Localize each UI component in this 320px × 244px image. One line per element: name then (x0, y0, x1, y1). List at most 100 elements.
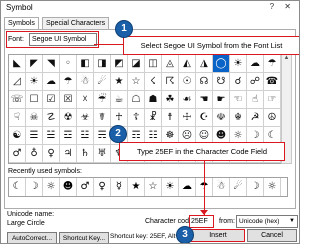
recent-symbol-cell[interactable]: ☾ (9, 178, 26, 196)
recent-symbol-cell[interactable]: ☄ (230, 178, 247, 196)
symbol-cell[interactable]: ☨ (162, 109, 179, 127)
symbol-cell[interactable]: ☮ (264, 109, 281, 127)
autocorrect-button[interactable]: AutoCorrect... (7, 232, 57, 243)
shortcut-key-button[interactable]: Shortcut Key... (59, 232, 109, 243)
symbol-cell[interactable]: ♀ (43, 145, 60, 163)
symbol-cell[interactable]: ☌ (230, 73, 247, 91)
symbol-cell[interactable]: ☧ (145, 109, 162, 127)
symbol-cell[interactable]: ☊ (196, 73, 213, 91)
symbol-cell[interactable]: ☫ (213, 109, 230, 127)
symbol-cell[interactable]: ☩ (179, 109, 196, 127)
symbol-cell[interactable]: ☍ (247, 73, 264, 91)
recent-symbol-cell[interactable]: ☼ (43, 178, 60, 196)
symbol-cell[interactable]: ☦ (128, 109, 145, 127)
symbol-cell[interactable]: ☓ (77, 91, 94, 109)
symbol-cell[interactable]: ☚ (196, 91, 213, 109)
symbol-cell[interactable]: ◭ (179, 55, 196, 73)
symbol-cell[interactable]: ☭ (247, 109, 264, 127)
symbol-cell[interactable]: ☐ (26, 91, 43, 109)
recent-symbol-cell[interactable]: ☻ (60, 178, 77, 196)
symbol-cell[interactable]: ◤ (26, 55, 43, 73)
symbol-cell[interactable]: ☲ (60, 127, 77, 145)
recent-symbol-cell[interactable]: ☆ (145, 178, 162, 196)
symbol-cell[interactable]: ☯ (9, 127, 26, 145)
symbol-cell[interactable]: ◯ (213, 55, 230, 73)
symbol-cell[interactable]: ★ (111, 73, 128, 91)
recent-symbol-cell[interactable]: ☽ (26, 178, 43, 196)
symbol-cell[interactable]: ☋ (213, 73, 230, 91)
symbol-cell[interactable]: ☇ (145, 73, 162, 91)
symbol-cell[interactable]: ☬ (230, 109, 247, 127)
symbol-cell[interactable]: ☢ (60, 109, 77, 127)
symbol-cell[interactable]: ♄ (77, 145, 94, 163)
symbol-cell[interactable]: ☑ (43, 91, 60, 109)
insert-button[interactable]: Insert (191, 229, 245, 242)
symbol-cell[interactable]: ☒ (60, 91, 77, 109)
symbol-cell[interactable]: ◪ (128, 55, 145, 73)
symbol-cell[interactable]: ☳ (77, 127, 94, 145)
step-3-badge: 3 (176, 226, 194, 243)
symbol-cell[interactable]: ☁ (247, 55, 264, 73)
symbol-cell[interactable]: ☜ (230, 91, 247, 109)
symbol-cell[interactable]: ◬ (162, 55, 179, 73)
recent-symbol-cell[interactable]: ★ (128, 178, 145, 196)
recent-symbol-cell[interactable]: ☃ (213, 178, 230, 196)
symbol-cell[interactable]: ☝ (247, 91, 264, 109)
symbol-cell[interactable]: ☰ (26, 127, 43, 145)
recent-symbol-cell[interactable]: ☁ (179, 178, 196, 196)
symbol-cell[interactable]: ♁ (26, 145, 43, 163)
symbol-cell[interactable]: ☪ (196, 109, 213, 127)
symbol-cell[interactable]: ◣ (9, 55, 26, 73)
callout-1: Select Segoe UI Symbol from the Font Lis… (123, 36, 299, 55)
font-dropdown[interactable]: Segoe UI Symbol (29, 33, 97, 46)
recent-symbol-cell[interactable]: ☽ (247, 178, 264, 196)
recent-symbol-cell[interactable]: ♀ (94, 178, 111, 196)
symbol-cell[interactable]: ☂ (264, 55, 281, 73)
symbol-cell[interactable]: ☛ (213, 91, 230, 109)
symbol-cell[interactable]: ☏ (9, 91, 26, 109)
symbol-cell[interactable]: ☣ (77, 109, 94, 127)
symbol-cell[interactable]: ☕ (111, 91, 128, 109)
character-code-field[interactable]: 25EF (189, 215, 214, 228)
symbol-cell[interactable]: ◩ (111, 55, 128, 73)
symbol-cell[interactable]: ☱ (43, 127, 60, 145)
symbol-cell[interactable]: ♅ (94, 145, 111, 163)
symbol-cell[interactable]: ☖ (128, 91, 145, 109)
symbol-cell[interactable]: ◦ (60, 55, 77, 73)
symbol-cell[interactable]: ☞ (264, 91, 281, 109)
symbol-cell[interactable]: ☤ (94, 109, 111, 127)
symbol-cell[interactable]: ☁ (43, 73, 60, 91)
cancel-button[interactable]: Cancel (247, 229, 297, 242)
symbol-cell[interactable]: ◥ (43, 55, 60, 73)
recent-symbol-cell[interactable]: ☿ (111, 178, 128, 196)
recent-symbol-cell[interactable]: ☀ (162, 178, 179, 196)
symbol-cell[interactable]: ☂ (60, 73, 77, 91)
symbol-cell[interactable]: ☎ (264, 73, 281, 91)
symbol-cell[interactable]: ◿ (9, 73, 26, 91)
symbol-cell[interactable]: ☗ (145, 91, 162, 109)
symbol-cell[interactable]: ♂ (9, 145, 26, 163)
symbol-cell[interactable]: ☀ (26, 73, 43, 91)
symbol-cell[interactable]: ☀ (230, 55, 247, 73)
tab-special-characters[interactable]: Special Characters (42, 17, 110, 29)
from-select[interactable]: Unicode (hex) ▼ (236, 215, 298, 228)
symbol-cell[interactable]: ☟ (9, 109, 26, 127)
symbol-cell[interactable]: ☙ (179, 91, 196, 109)
symbol-cell[interactable]: ◮ (196, 55, 213, 73)
recent-symbol-cell[interactable]: ☼ (264, 178, 281, 196)
symbol-cell[interactable]: ☆ (128, 73, 145, 91)
symbol-cell[interactable]: ☡ (43, 109, 60, 127)
symbol-cell[interactable]: ☃ (77, 73, 94, 91)
symbol-cell[interactable]: ☔ (94, 91, 111, 109)
symbol-cell[interactable]: ◨ (94, 55, 111, 73)
symbol-cell[interactable]: ♃ (60, 145, 77, 163)
symbol-cell[interactable]: ☘ (162, 91, 179, 109)
symbol-cell[interactable]: ☉ (179, 73, 196, 91)
symbol-cell[interactable]: ☄ (94, 73, 111, 91)
recent-symbol-cell[interactable]: ♂ (77, 178, 94, 196)
window-controls[interactable]: ? ✕ (270, 2, 295, 11)
symbol-cell[interactable]: ◫ (145, 55, 162, 73)
symbol-cell[interactable]: ☈ (162, 73, 179, 91)
symbol-cell[interactable]: ☠ (26, 109, 43, 127)
symbol-cell[interactable]: ◧ (77, 55, 94, 73)
